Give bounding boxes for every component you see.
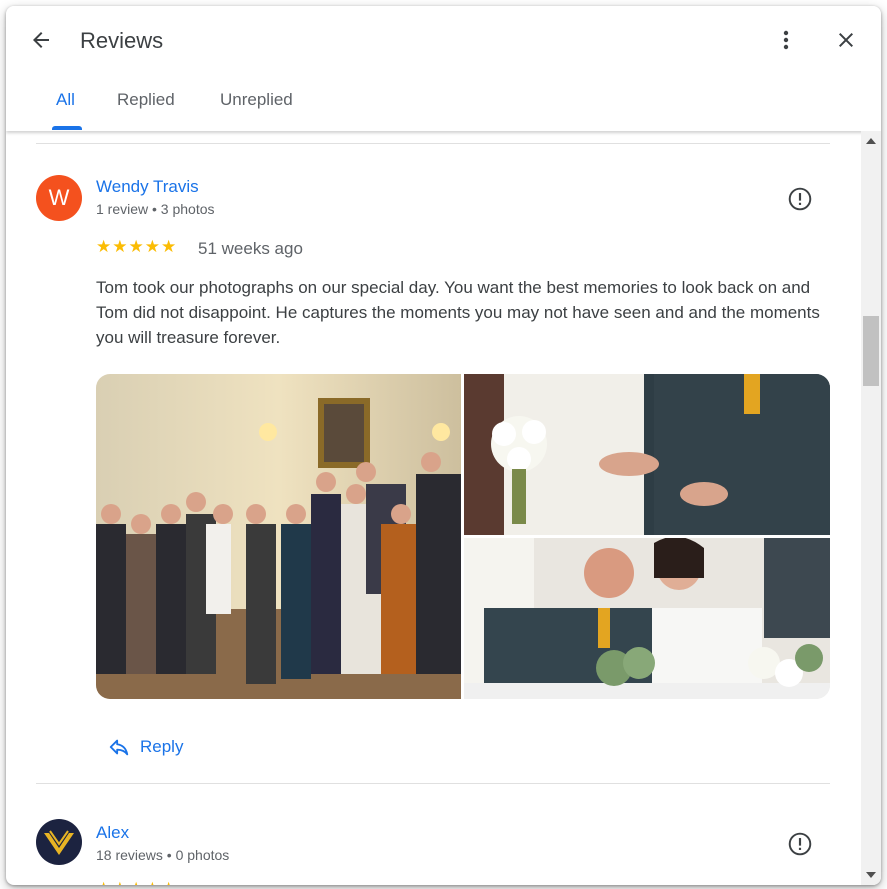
reviews-list[interactable]: W Wendy Travis 1 review • 3 photos ★★★★★… (6, 131, 881, 885)
more-vert-icon (783, 30, 789, 50)
reviewer-meta: 1 review • 3 photos (96, 201, 215, 217)
active-tab-indicator (52, 126, 82, 130)
avatar-logo-icon (37, 820, 81, 864)
scrollbar[interactable] (861, 131, 881, 885)
scrollbar-thumb[interactable] (863, 316, 879, 386)
scroll-down-icon[interactable] (866, 872, 876, 878)
report-button[interactable] (785, 829, 815, 859)
close-icon (839, 33, 853, 47)
avatar[interactable] (36, 819, 82, 865)
review-time: 51 weeks ago (198, 239, 303, 258)
photo-couple-image (464, 538, 830, 699)
divider (36, 143, 830, 144)
report-button[interactable] (785, 184, 815, 214)
reviewer-name[interactable]: Alex (96, 823, 129, 843)
photo-group-image (96, 374, 461, 699)
photo-bouquet-image (464, 374, 830, 535)
review-photos[interactable] (96, 374, 830, 699)
review-photo-bouquet[interactable] (464, 374, 830, 535)
avatar[interactable]: W (36, 175, 82, 221)
review-photo-couple[interactable] (464, 538, 830, 699)
review-photo-group[interactable] (96, 374, 461, 699)
dialog-title: Reviews (80, 28, 164, 53)
more-options-button[interactable] (766, 20, 806, 60)
reply-icon (109, 739, 129, 756)
tab-all[interactable]: All (56, 90, 75, 110)
star-rating: ★★★★★ (96, 237, 178, 256)
back-button[interactable] (21, 20, 61, 60)
report-icon (788, 832, 812, 856)
scroll-up-icon[interactable] (866, 138, 876, 144)
reviews-dialog: Reviews All Replied Unreplied W Wendy Tr… (6, 6, 881, 885)
reply-label: Reply (140, 737, 184, 756)
divider (36, 783, 830, 784)
arrow-back-icon (33, 32, 49, 48)
review-text: Tom took our photographs on our special … (96, 278, 820, 347)
close-button[interactable] (826, 20, 866, 60)
reply-button[interactable]: Reply (108, 736, 183, 758)
tab-replied[interactable]: Replied (117, 90, 175, 110)
report-icon (788, 187, 812, 211)
star-rating: ★★★★★ (96, 879, 177, 885)
tab-unreplied[interactable]: Unreplied (220, 90, 293, 110)
reviewer-name[interactable]: Wendy Travis (96, 177, 199, 197)
dialog-header: Reviews All Replied Unreplied (6, 6, 881, 131)
reviewer-meta: 18 reviews • 0 photos (96, 847, 230, 863)
